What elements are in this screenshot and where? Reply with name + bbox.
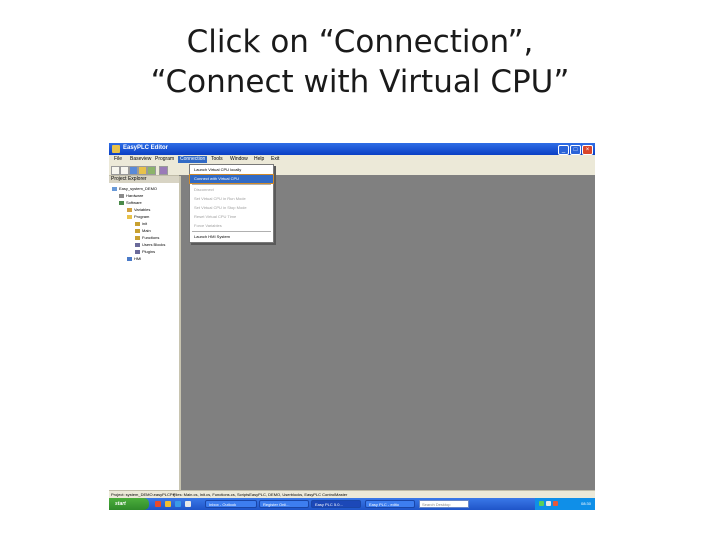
window-title: EasyPLC Editor <box>123 145 169 151</box>
desktop-icon[interactable] <box>185 501 191 507</box>
folder-icon[interactable] <box>165 501 171 507</box>
toolbar <box>109 164 179 176</box>
tree-item-functions[interactable]: Functions <box>135 235 159 241</box>
menu-connect-virtual-cpu[interactable]: Connect with Virtual CPU <box>189 174 274 184</box>
clock: 08:30 <box>580 501 591 506</box>
build-icon[interactable] <box>147 166 156 175</box>
maximize-button[interactable]: □ <box>570 145 581 155</box>
project-icon <box>112 186 117 191</box>
project-explorer-header: Project Explorer <box>109 176 179 183</box>
tree-item-hardware[interactable]: Hardware <box>119 193 143 199</box>
menu-separator <box>192 184 271 185</box>
script-icon <box>135 221 140 226</box>
tree-item-variables[interactable]: Variables <box>127 207 150 213</box>
copy-icon[interactable] <box>138 166 147 175</box>
blocks-icon <box>135 242 140 247</box>
tree-item-software[interactable]: Software <box>119 200 142 206</box>
hardware-icon <box>119 193 124 198</box>
menu-reset-time[interactable]: Reset Virtual CPU Time <box>190 213 273 221</box>
tree-item-plugins[interactable]: Plugins <box>135 249 155 255</box>
menu-separator <box>192 231 271 232</box>
task-outlook[interactable]: Inbox - Outlook <box>205 500 257 508</box>
close-button[interactable]: × <box>582 145 593 155</box>
app-icon <box>112 145 120 153</box>
tree-item-program[interactable]: Program <box>127 214 149 220</box>
task-easyplc[interactable]: Easy PLC 5.0... <box>311 500 361 508</box>
tree-item-hmi[interactable]: HMI <box>127 256 141 262</box>
menu-file[interactable]: File <box>112 156 124 163</box>
open-file-icon[interactable] <box>120 166 129 175</box>
slide-title-line-2: “Connect with Virtual CPU” <box>150 64 570 100</box>
easyplc-screenshot: EasyPLC Editor _ □ × File Baseview Progr… <box>109 143 595 510</box>
tree-item-users-blocks[interactable]: Users Blocks <box>135 242 165 248</box>
mail-icon[interactable] <box>175 501 181 507</box>
plugin-icon <box>135 249 140 254</box>
task-easyplc-editor[interactable]: Easy PLC - edito <box>365 500 415 508</box>
start-button[interactable]: start <box>109 498 149 510</box>
desktop-search-input[interactable]: Search Desktop <box>419 500 469 508</box>
folder-icon <box>127 214 132 219</box>
menu-stop-mode[interactable]: Set Virtual CPU in Stop Mode <box>190 204 273 212</box>
tree-item-main[interactable]: Main <box>135 228 151 234</box>
connection-menu: Launch Virtual CPU locally Connect with … <box>189 164 274 243</box>
menu-force-variables[interactable]: Force Variables <box>190 222 273 230</box>
menu-disconnect[interactable]: Disconnect <box>190 186 273 194</box>
menu-window[interactable]: Window <box>228 156 250 163</box>
menu-baseview[interactable]: Baseview <box>128 156 153 163</box>
taskbar: start Inbox - Outlook Register Onli... E… <box>109 498 595 510</box>
task-register[interactable]: Register Onli... <box>259 500 309 508</box>
menu-connection[interactable]: Connection <box>178 156 208 163</box>
project-explorer: Project Explorer Easy_system_DEMO Hardwa… <box>109 176 181 490</box>
software-icon <box>119 200 124 205</box>
menu-exit[interactable]: Exit <box>269 156 281 163</box>
menu-launch-hmi[interactable]: Launch HMI System <box>190 233 273 241</box>
menu-run-mode[interactable]: Set Virtual CPU in Run Mode <box>190 195 273 203</box>
menu-tools[interactable]: Tools <box>209 156 225 163</box>
variables-icon <box>127 207 132 212</box>
system-tray: 08:30 <box>535 498 595 510</box>
network-icon[interactable] <box>539 501 544 506</box>
tree-item-init[interactable]: init <box>135 221 147 227</box>
tree-item-project[interactable]: Easy_system_DEMO <box>112 186 157 192</box>
minimize-button[interactable]: _ <box>558 145 569 155</box>
menu-help[interactable]: Help <box>252 156 266 163</box>
security-icon[interactable] <box>553 501 558 506</box>
slide-title: Click on “Connection”, “Connect with Vir… <box>0 22 720 102</box>
menubar: File Baseview Program Connection Tools W… <box>109 155 595 164</box>
volume-icon[interactable] <box>546 501 551 506</box>
hmi-icon <box>127 256 132 261</box>
window-titlebar[interactable]: EasyPLC Editor _ □ × <box>109 143 595 155</box>
slide-title-line-1: Click on “Connection”, <box>186 24 534 60</box>
settings-icon[interactable] <box>159 166 168 175</box>
menu-launch-virtual-cpu[interactable]: Launch Virtual CPU locally <box>190 166 273 174</box>
script-icon <box>135 228 140 233</box>
browser-icon[interactable] <box>155 501 161 507</box>
save-icon[interactable] <box>129 166 138 175</box>
menu-program[interactable]: Program <box>153 156 176 163</box>
script-icon <box>135 235 140 240</box>
new-file-icon[interactable] <box>111 166 120 175</box>
